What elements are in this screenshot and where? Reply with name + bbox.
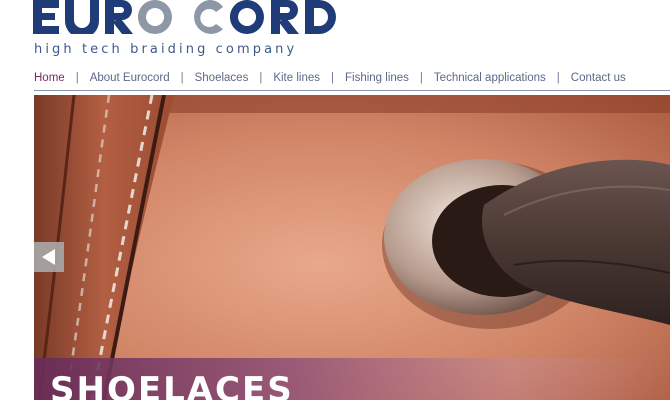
nav-separator: | [556, 72, 560, 84]
nav-fishing-lines[interactable]: Fishing lines [345, 72, 409, 84]
nav-separator: | [180, 72, 184, 84]
nav-contact[interactable]: Contact us [571, 72, 626, 84]
nav-divider [34, 90, 670, 91]
nav-shoelaces[interactable]: Shoelaces [195, 72, 249, 84]
nav-about[interactable]: About Eurocord [90, 72, 170, 84]
nav-technical-applications[interactable]: Technical applications [434, 72, 546, 84]
nav-separator: | [259, 72, 263, 84]
arrow-glyph [42, 249, 55, 265]
site-logo[interactable]: high tech braiding company [33, 0, 353, 62]
logo-tagline: high tech braiding company [34, 42, 298, 57]
left-arrow-icon[interactable] [34, 242, 64, 272]
hero-caption-title: SHOELACES [50, 370, 294, 400]
nav-separator: | [75, 72, 79, 84]
logo-wordmark [33, 0, 353, 34]
nav-kite-lines[interactable]: Kite lines [273, 72, 320, 84]
hero-caption-banner: SHOELACES [34, 358, 670, 400]
nav-home[interactable]: Home [34, 72, 65, 84]
nav-separator: | [419, 72, 423, 84]
hero-slide-image[interactable] [34, 95, 670, 400]
nav-separator: | [331, 72, 334, 84]
main-nav: Home | About Eurocord | Shoelaces | Kite… [34, 70, 626, 86]
